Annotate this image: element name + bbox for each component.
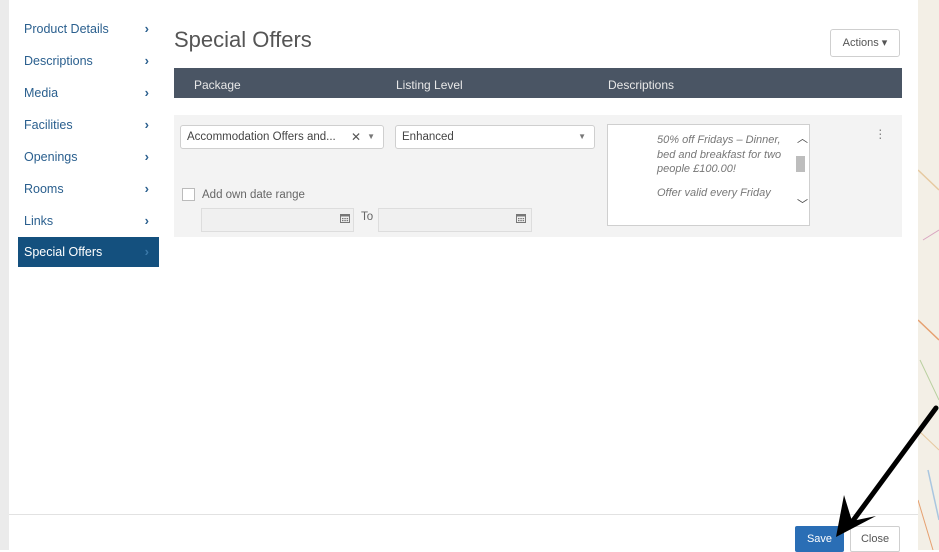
sidebar-item-media[interactable]: Media › bbox=[18, 77, 159, 109]
sidebar-item-facilities[interactable]: Facilities › bbox=[18, 109, 159, 141]
sidebar-item-label: Facilities bbox=[24, 118, 73, 132]
sidebar-item-rooms[interactable]: Rooms › bbox=[18, 173, 159, 205]
save-button[interactable]: Save bbox=[795, 526, 844, 552]
listing-level-select[interactable]: Enhanced ▼ bbox=[395, 125, 595, 149]
add-own-date-range-label: Add own date range bbox=[202, 189, 305, 201]
description-text: 50% off Fridays – Dinner, bed and breakf… bbox=[657, 133, 785, 209]
page-title: Special Offers bbox=[174, 27, 312, 52]
from-date-input[interactable] bbox=[201, 208, 354, 232]
background-map bbox=[918, 0, 939, 550]
sidebar-item-label: Links bbox=[24, 214, 54, 228]
table-header: Package Listing Level Descriptions bbox=[174, 68, 902, 98]
chevron-right-icon: › bbox=[144, 117, 149, 132]
to-date-input[interactable] bbox=[378, 208, 532, 232]
scrollbar-thumb[interactable] bbox=[796, 156, 805, 172]
chevron-right-icon: › bbox=[144, 85, 149, 100]
chevron-right-icon: › bbox=[144, 21, 149, 36]
scroll-up-icon[interactable]: ︿ bbox=[797, 130, 808, 146]
description-line: Offer valid every Friday bbox=[657, 186, 771, 199]
chevron-right-icon: › bbox=[144, 213, 149, 228]
kebab-menu-icon[interactable]: · · · bbox=[878, 122, 883, 144]
sidebar-item-label: Rooms bbox=[24, 182, 64, 196]
chevron-right-icon: › bbox=[144, 244, 149, 259]
sidebar-item-label: Product Details bbox=[24, 22, 109, 36]
sidebar-item-label: Media bbox=[24, 86, 59, 100]
column-header-package: Package bbox=[194, 78, 241, 92]
listing-level-select-value: Enhanced bbox=[402, 131, 454, 143]
sidebar-item-label: Openings bbox=[24, 150, 78, 164]
sidebar-item-links[interactable]: Links › bbox=[18, 205, 159, 237]
scroll-down-icon[interactable]: ﹀ bbox=[797, 196, 808, 212]
sidebar-item-label: Descriptions bbox=[24, 54, 93, 68]
package-select[interactable]: Accommodation Offers and... ✕ ▼ bbox=[180, 125, 384, 149]
calendar-icon[interactable] bbox=[340, 213, 350, 223]
clear-icon[interactable]: ✕ bbox=[351, 126, 361, 148]
caret-down-icon: ▼ bbox=[578, 132, 586, 141]
chevron-right-icon: › bbox=[144, 181, 149, 196]
sidebar-nav: Product Details › Descriptions › Media ›… bbox=[18, 13, 159, 267]
description-textarea[interactable]: 50% off Fridays – Dinner, bed and breakf… bbox=[607, 124, 810, 226]
sidebar-item-descriptions[interactable]: Descriptions › bbox=[18, 45, 159, 77]
date-to-label: To bbox=[361, 211, 374, 223]
left-border bbox=[0, 0, 9, 550]
calendar-icon[interactable] bbox=[516, 213, 526, 223]
package-select-value: Accommodation Offers and... bbox=[187, 131, 336, 143]
description-line: 50% off Fridays – Dinner, bed and breakf… bbox=[657, 134, 782, 175]
chevron-right-icon: › bbox=[144, 149, 149, 164]
sidebar-item-product-details[interactable]: Product Details › bbox=[18, 13, 159, 45]
add-own-date-range-checkbox[interactable] bbox=[182, 188, 195, 201]
sidebar-item-label: Special Offers bbox=[24, 245, 103, 259]
footer-divider bbox=[9, 514, 918, 515]
sidebar-item-special-offers[interactable]: Special Offers › bbox=[18, 237, 159, 267]
column-header-listing-level: Listing Level bbox=[396, 78, 463, 92]
close-button[interactable]: Close bbox=[850, 526, 900, 552]
caret-down-icon: ▼ bbox=[367, 132, 375, 141]
chevron-right-icon: › bbox=[144, 53, 149, 68]
actions-dropdown-button[interactable]: Actions ▾ bbox=[830, 29, 900, 57]
column-header-descriptions: Descriptions bbox=[608, 78, 675, 92]
sidebar-item-openings[interactable]: Openings › bbox=[18, 141, 159, 173]
